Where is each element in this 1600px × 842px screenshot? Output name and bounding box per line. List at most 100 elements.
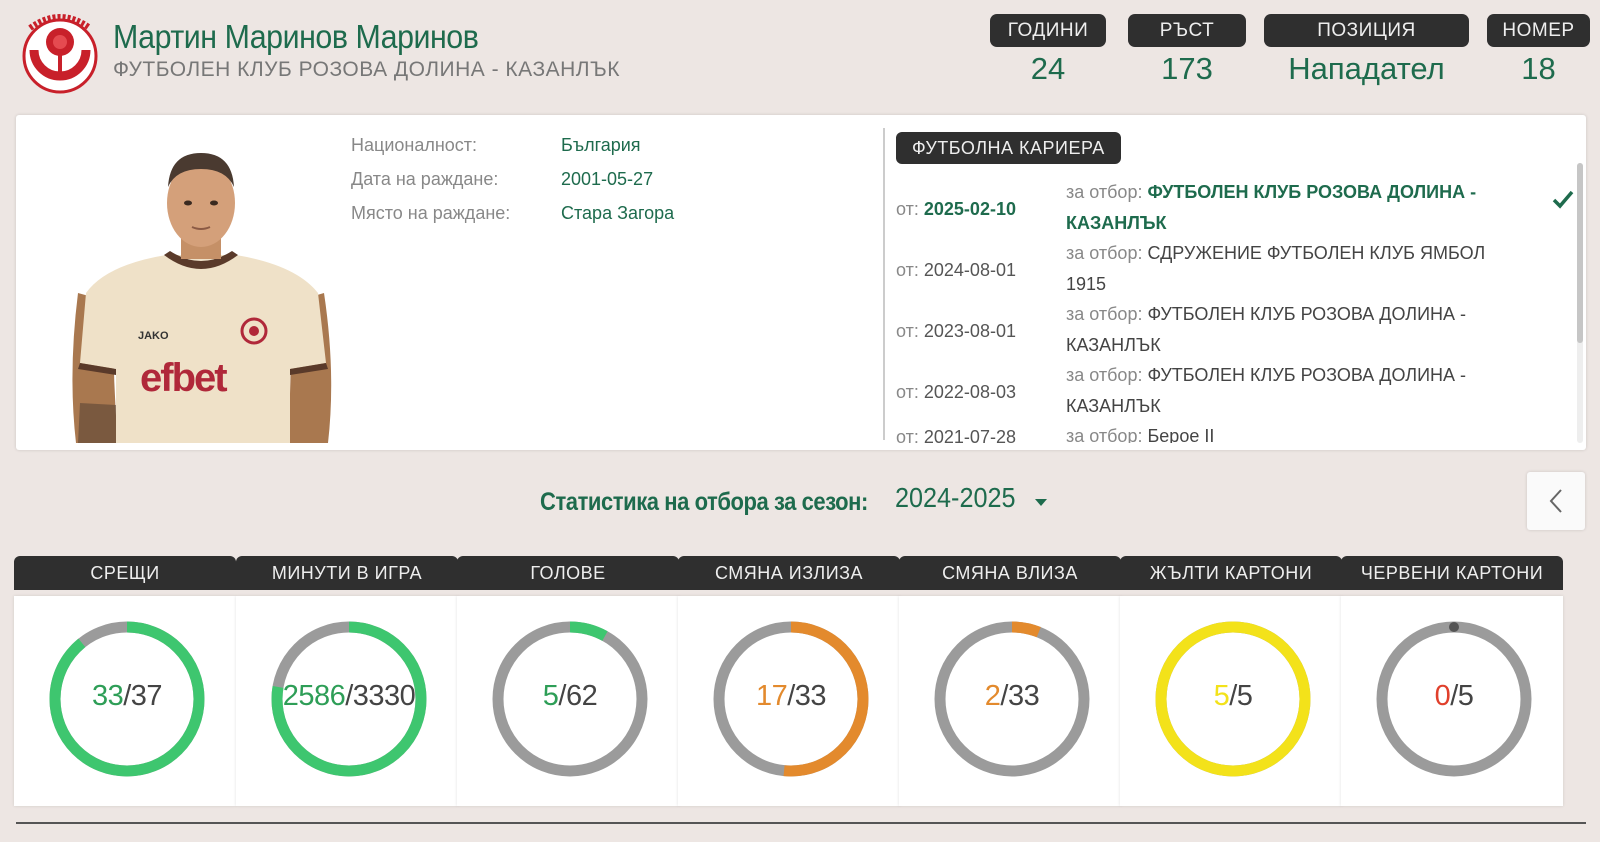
info-number-value: 18 bbox=[1521, 51, 1556, 86]
info-position: ПОЗИЦИЯ Нападател bbox=[1264, 14, 1469, 87]
career-team: за отбор: СДРУЖЕНИЕ ФУТБОЛЕН КЛУБ ЯМБОЛ … bbox=[1066, 238, 1506, 300]
info-height-label: РЪСТ bbox=[1128, 14, 1246, 47]
stat-value: 2 bbox=[984, 680, 1001, 712]
birth-place-value: Стара Загора bbox=[561, 203, 675, 223]
season-row: Статистика на отбора за сезон: 2024-2025 bbox=[0, 472, 1600, 530]
stat-card: ЖЪЛТИ КАРТОНИ 5/5 bbox=[1120, 556, 1342, 806]
career-date-value: 2025-02-10 bbox=[923, 199, 1016, 219]
stat-value: 5 bbox=[1213, 680, 1230, 712]
career-date: от: 2025-02-10 bbox=[896, 199, 1016, 220]
stat-body: 0/5 bbox=[1341, 596, 1563, 806]
career-team-value: Берое II bbox=[1147, 426, 1215, 443]
club-logo-icon bbox=[22, 14, 98, 94]
stat-label: ГОЛОВЕ bbox=[457, 556, 679, 590]
career-from-label: от: bbox=[896, 321, 919, 341]
stat-card: ГОЛОВЕ 5/62 bbox=[457, 556, 679, 806]
career-team: за отбор: Берое II bbox=[1066, 421, 1506, 443]
club-name: ФУТБОЛЕН КЛУБ РОЗОВА ДОЛИНА - КАЗАНЛЪК bbox=[113, 58, 620, 81]
career-list[interactable]: от: 2025-02-10 за отбор: ФУТБОЛЕН КЛУБ Р… bbox=[896, 177, 1576, 443]
stat-card: СРЕЩИ 33/37 bbox=[14, 556, 236, 806]
career-item: от: 2025-02-10 за отбор: ФУТБОЛЕН КЛУБ Р… bbox=[896, 177, 1576, 238]
info-age-label: ГОДИНИ bbox=[990, 14, 1106, 47]
stat-value-text: 5/5 bbox=[1120, 680, 1346, 713]
stat-separator: / bbox=[558, 680, 566, 712]
birth-date-value: 2001-05-27 bbox=[561, 169, 654, 189]
player-photo: JAKO efbet bbox=[72, 153, 332, 443]
career-date: от: 2023-08-01 bbox=[896, 321, 1016, 342]
stat-separator: / bbox=[1229, 680, 1237, 712]
career-from-label: от: bbox=[896, 382, 919, 402]
stat-separator: / bbox=[345, 680, 353, 712]
stat-value-text: 2/33 bbox=[899, 680, 1125, 713]
career-item: от: 2024-08-01 за отбор: СДРУЖЕНИЕ ФУТБО… bbox=[896, 238, 1576, 299]
stat-value-text: 0/5 bbox=[1341, 680, 1567, 713]
career-date: от: 2024-08-01 bbox=[896, 260, 1016, 281]
nationality-value: България bbox=[561, 135, 641, 155]
career-scrollbar[interactable] bbox=[1577, 163, 1583, 443]
career-from-label: от: bbox=[896, 199, 919, 219]
stat-separator: / bbox=[1000, 680, 1008, 712]
stat-body: 5/5 bbox=[1120, 596, 1342, 806]
career-from-label: от: bbox=[896, 260, 919, 280]
stat-card: МИНУТИ В ИГРА 2586/3330 bbox=[236, 556, 458, 806]
player-name: Мартин Маринов Маринов bbox=[113, 18, 479, 55]
birth-date-label: Дата на раждане: bbox=[351, 169, 499, 189]
stat-value: 2586 bbox=[282, 680, 346, 712]
stat-total: 3330 bbox=[352, 680, 416, 712]
stat-card: СМЯНА ИЗЛИЗА 17/33 bbox=[678, 556, 900, 806]
career-team: за отбор: ФУТБОЛЕН КЛУБ РОЗОВА ДОЛИНА - … bbox=[1066, 299, 1506, 361]
career-date-value: 2024-08-01 bbox=[923, 260, 1016, 280]
stat-body: 2/33 bbox=[899, 596, 1121, 806]
career-from-label: от: bbox=[896, 427, 919, 443]
stat-card: ЧЕРВЕНИ КАРТОНИ 0/5 bbox=[1341, 556, 1563, 806]
info-age-value: 24 bbox=[1030, 51, 1066, 86]
stat-separator: / bbox=[1450, 680, 1458, 712]
svg-text:efbet: efbet bbox=[140, 356, 227, 400]
season-value: 2024-2025 bbox=[895, 482, 1016, 513]
career-item: от: 2022-08-03 за отбор: ФУТБОЛЕН КЛУБ Р… bbox=[896, 360, 1576, 421]
career-date-value: 2021-07-28 bbox=[923, 427, 1016, 443]
career-item: от: 2023-08-01 за отбор: ФУТБОЛЕН КЛУБ Р… bbox=[896, 299, 1576, 360]
stat-total: 5 bbox=[1236, 680, 1253, 712]
season-select[interactable]: 2024-2025 bbox=[895, 482, 1047, 522]
stat-label: МИНУТИ В ИГРА bbox=[236, 556, 458, 590]
info-number-label: НОМЕР bbox=[1487, 14, 1590, 47]
stat-value-text: 33/37 bbox=[14, 680, 240, 713]
divider bbox=[883, 128, 885, 440]
stat-separator: / bbox=[787, 680, 795, 712]
stat-separator: / bbox=[123, 680, 131, 712]
donut-start-marker bbox=[1449, 622, 1459, 632]
prev-button[interactable] bbox=[1527, 472, 1585, 530]
stat-label: СРЕЩИ bbox=[14, 556, 236, 590]
svg-text:JAKO: JAKO bbox=[138, 330, 169, 342]
stat-body: 17/33 bbox=[678, 596, 900, 806]
stat-value: 0 bbox=[1434, 680, 1451, 712]
stat-label: ЖЪЛТИ КАРТОНИ bbox=[1120, 556, 1342, 590]
stat-value-text: 2586/3330 bbox=[236, 680, 462, 713]
caret-down-icon bbox=[1035, 499, 1047, 506]
stat-body: 33/37 bbox=[14, 596, 236, 806]
stat-body: 5/62 bbox=[457, 596, 679, 806]
stat-card: СМЯНА ВЛИЗА 2/33 bbox=[899, 556, 1121, 806]
player-header: Мартин Маринов Маринов ФУТБОЛЕН КЛУБ РОЗ… bbox=[0, 0, 1600, 110]
bottom-divider bbox=[16, 822, 1586, 824]
nationality-label: Националност: bbox=[351, 135, 478, 155]
career-scrollbar-thumb[interactable] bbox=[1577, 163, 1583, 343]
stat-value-text: 17/33 bbox=[678, 680, 904, 713]
info-age: ГОДИНИ 24 bbox=[990, 14, 1106, 87]
career-team: за отбор: ФУТБОЛЕН КЛУБ РОЗОВА ДОЛИНА - … bbox=[1066, 360, 1506, 422]
birth-place-label: Място на раждане: bbox=[351, 203, 511, 223]
career-team-label: за отбор: bbox=[1066, 426, 1143, 443]
career-item: от: 2021-07-28 за отбор: Берое II bbox=[896, 421, 1576, 443]
career-team-label: за отбор: bbox=[1066, 182, 1143, 202]
stat-label: ЧЕРВЕНИ КАРТОНИ bbox=[1341, 556, 1563, 590]
chevron-left-icon bbox=[1549, 489, 1562, 513]
stat-body: 2586/3330 bbox=[236, 596, 458, 806]
info-position-label: ПОЗИЦИЯ bbox=[1264, 14, 1469, 47]
stat-value-text: 5/62 bbox=[457, 680, 683, 713]
stat-value: 33 bbox=[91, 680, 124, 712]
info-height: РЪСТ 173 bbox=[1128, 14, 1246, 87]
stat-value: 5 bbox=[542, 680, 559, 712]
stat-value: 17 bbox=[755, 680, 788, 712]
check-icon bbox=[1552, 190, 1574, 209]
